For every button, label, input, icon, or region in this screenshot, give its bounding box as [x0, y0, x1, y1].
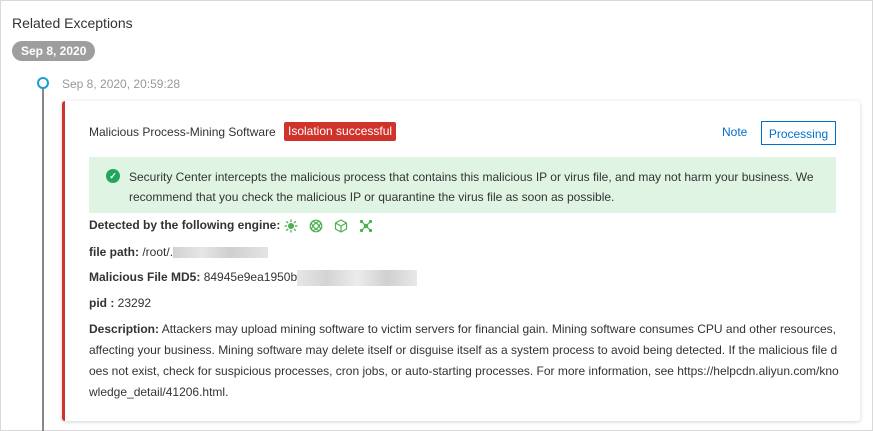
timeline-dot: [37, 77, 49, 89]
file-path-row: file path: /root/.: [89, 245, 269, 259]
intelligence-engine-icon[interactable]: [309, 219, 323, 233]
virus-engine-icon[interactable]: [284, 219, 298, 233]
pid-value: 23292: [117, 296, 152, 310]
pid-row: pid : 23292: [89, 296, 151, 310]
md5-row: Malicious File MD5: 84945e9ea1950b: [89, 270, 418, 286]
processing-button[interactable]: Processing: [761, 121, 836, 145]
redacted-text: [297, 270, 418, 286]
event-timestamp: Sep 8, 2020, 20:59:28: [62, 77, 181, 91]
pid-label: pid :: [89, 296, 115, 310]
description: Description: Attackers may upload mining…: [89, 319, 839, 403]
engine-label: Detected by the following engine:: [89, 218, 281, 232]
info-message: Security Center intercepts the malicious…: [129, 170, 814, 204]
info-banner: ✓ Security Center intercepts the malicio…: [89, 157, 836, 213]
status-tag: Isolation successful: [284, 122, 397, 141]
description-text: Attackers may upload mining software to …: [89, 322, 839, 399]
section-title: Related Exceptions: [12, 15, 133, 31]
exception-card: Malicious Process-Mining Software Isolat…: [62, 101, 860, 421]
success-check-icon: ✓: [106, 169, 120, 183]
md5-label: Malicious File MD5:: [89, 270, 201, 285]
note-link[interactable]: Note: [722, 125, 747, 139]
date-badge: Sep 8, 2020: [12, 41, 96, 61]
file-path-label: file path:: [89, 245, 139, 259]
exception-title: Malicious Process-Mining Software: [89, 125, 276, 139]
md5-value: 84945e9ea1950b: [203, 270, 298, 285]
redacted-text: [173, 247, 269, 259]
file-path-value: /root/.: [142, 245, 174, 259]
engine-row: Detected by the following engine:: [89, 218, 384, 233]
sandbox-engine-icon[interactable]: [334, 219, 348, 233]
timeline-line: [42, 84, 44, 431]
description-label: Description:: [89, 322, 160, 336]
network-engine-icon[interactable]: [359, 219, 373, 233]
